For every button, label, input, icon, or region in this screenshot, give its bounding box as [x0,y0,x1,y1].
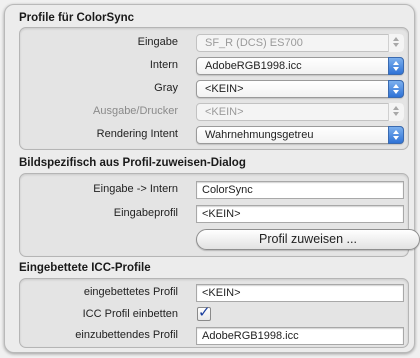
gray-popup[interactable]: <KEIN> [196,80,404,98]
up-down-arrows-icon [388,57,404,75]
rendering-intent-value: Wahrnehmungsgetreu [205,129,314,141]
einzubettendes-profil-label: einzubettendes Profil [75,329,178,341]
row-rendering-intent: Rendering Intent Wahrnehmungsgetreu [20,126,408,144]
ausgabe-drucker-value: <KEIN> [205,106,244,118]
eingabe-label: Eingabe [137,36,178,48]
row-gray: Gray <KEIN> [20,80,408,98]
icc-einbetten-checkbox[interactable]: ✓ [197,304,211,321]
section-bildspezifisch: Eingabe -> Intern ColorSync Eingabeprofi… [19,173,420,257]
eingabe-intern-field[interactable]: ColorSync [196,181,404,199]
row-eingabeprofil: Eingabeprofil <KEIN> [20,205,408,223]
row-icc-einbetten: ICC Profil einbetten ✓ [20,304,408,324]
eingabe-value: SF_R (DCS) ES700 [205,37,303,49]
colorsync-profiles-panel: Profile für ColorSync Eingabe SF_R (DCS)… [4,4,420,353]
eingabe-intern-label: Eingabe -> Intern [93,183,178,195]
eingebettetes-profil-label: eingebettetes Profil [83,286,178,298]
up-down-arrows-icon [388,103,404,121]
einzubettendes-profil-field[interactable]: AdobeRGB1998.icc [196,327,404,345]
eingebettetes-profil-field[interactable]: <KEIN> [196,284,404,302]
row-eingebettetes-profil: eingebettetes Profil <KEIN> [20,284,408,302]
up-down-arrows-icon [388,80,404,98]
section-title-colorsync: Profile für ColorSync [19,12,135,24]
up-down-arrows-icon [388,126,404,144]
row-profil-zuweisen: Profil zuweisen ... [20,229,420,250]
intern-value: AdobeRGB1998.icc [205,60,302,72]
ausgabe-drucker-popup: <KEIN> [196,103,404,121]
section-eingebettete-icc: eingebettetes Profil <KEIN> ICC Profil e… [19,278,409,348]
eingabeprofil-label: Eingabeprofil [113,207,178,219]
eingabe-intern-value: ColorSync [202,184,253,196]
intern-label: Intern [149,59,178,71]
row-ausgabe-drucker: Ausgabe/Drucker <KEIN> [20,103,408,121]
icc-einbetten-label: ICC Profil einbetten [82,308,178,320]
rendering-intent-popup[interactable]: Wahrnehmungsgetreu [196,126,404,144]
intern-popup[interactable]: AdobeRGB1998.icc [196,57,404,75]
checkmark-icon: ✓ [198,304,211,321]
profil-zuweisen-button[interactable]: Profil zuweisen ... [196,229,420,250]
gray-label: Gray [154,82,178,94]
section-title-bildspezifisch: Bildspezifisch aus Profil-zuweisen-Dialo… [19,157,246,169]
eingabe-popup: SF_R (DCS) ES700 [196,34,404,52]
section-title-eingebettete-icc: Eingebettete ICC-Profile [19,262,151,274]
section-colorsync-profiles: Eingabe SF_R (DCS) ES700 Intern AdobeRGB… [19,27,409,150]
row-intern: Intern AdobeRGB1998.icc [20,57,408,75]
eingebettetes-profil-value: <KEIN> [202,287,241,299]
row-eingabe-intern: Eingabe -> Intern ColorSync [20,181,408,199]
ausgabe-drucker-label: Ausgabe/Drucker [93,105,178,117]
gray-value: <KEIN> [205,83,244,95]
eingabeprofil-value: <KEIN> [202,208,241,220]
rendering-intent-label: Rendering Intent [96,128,178,140]
row-einzubettendes-profil: einzubettendes Profil AdobeRGB1998.icc [20,327,408,345]
up-down-arrows-icon [388,34,404,52]
einzubettendes-profil-value: AdobeRGB1998.icc [202,330,299,342]
row-eingabe: Eingabe SF_R (DCS) ES700 [20,34,408,52]
eingabeprofil-field[interactable]: <KEIN> [196,205,404,223]
